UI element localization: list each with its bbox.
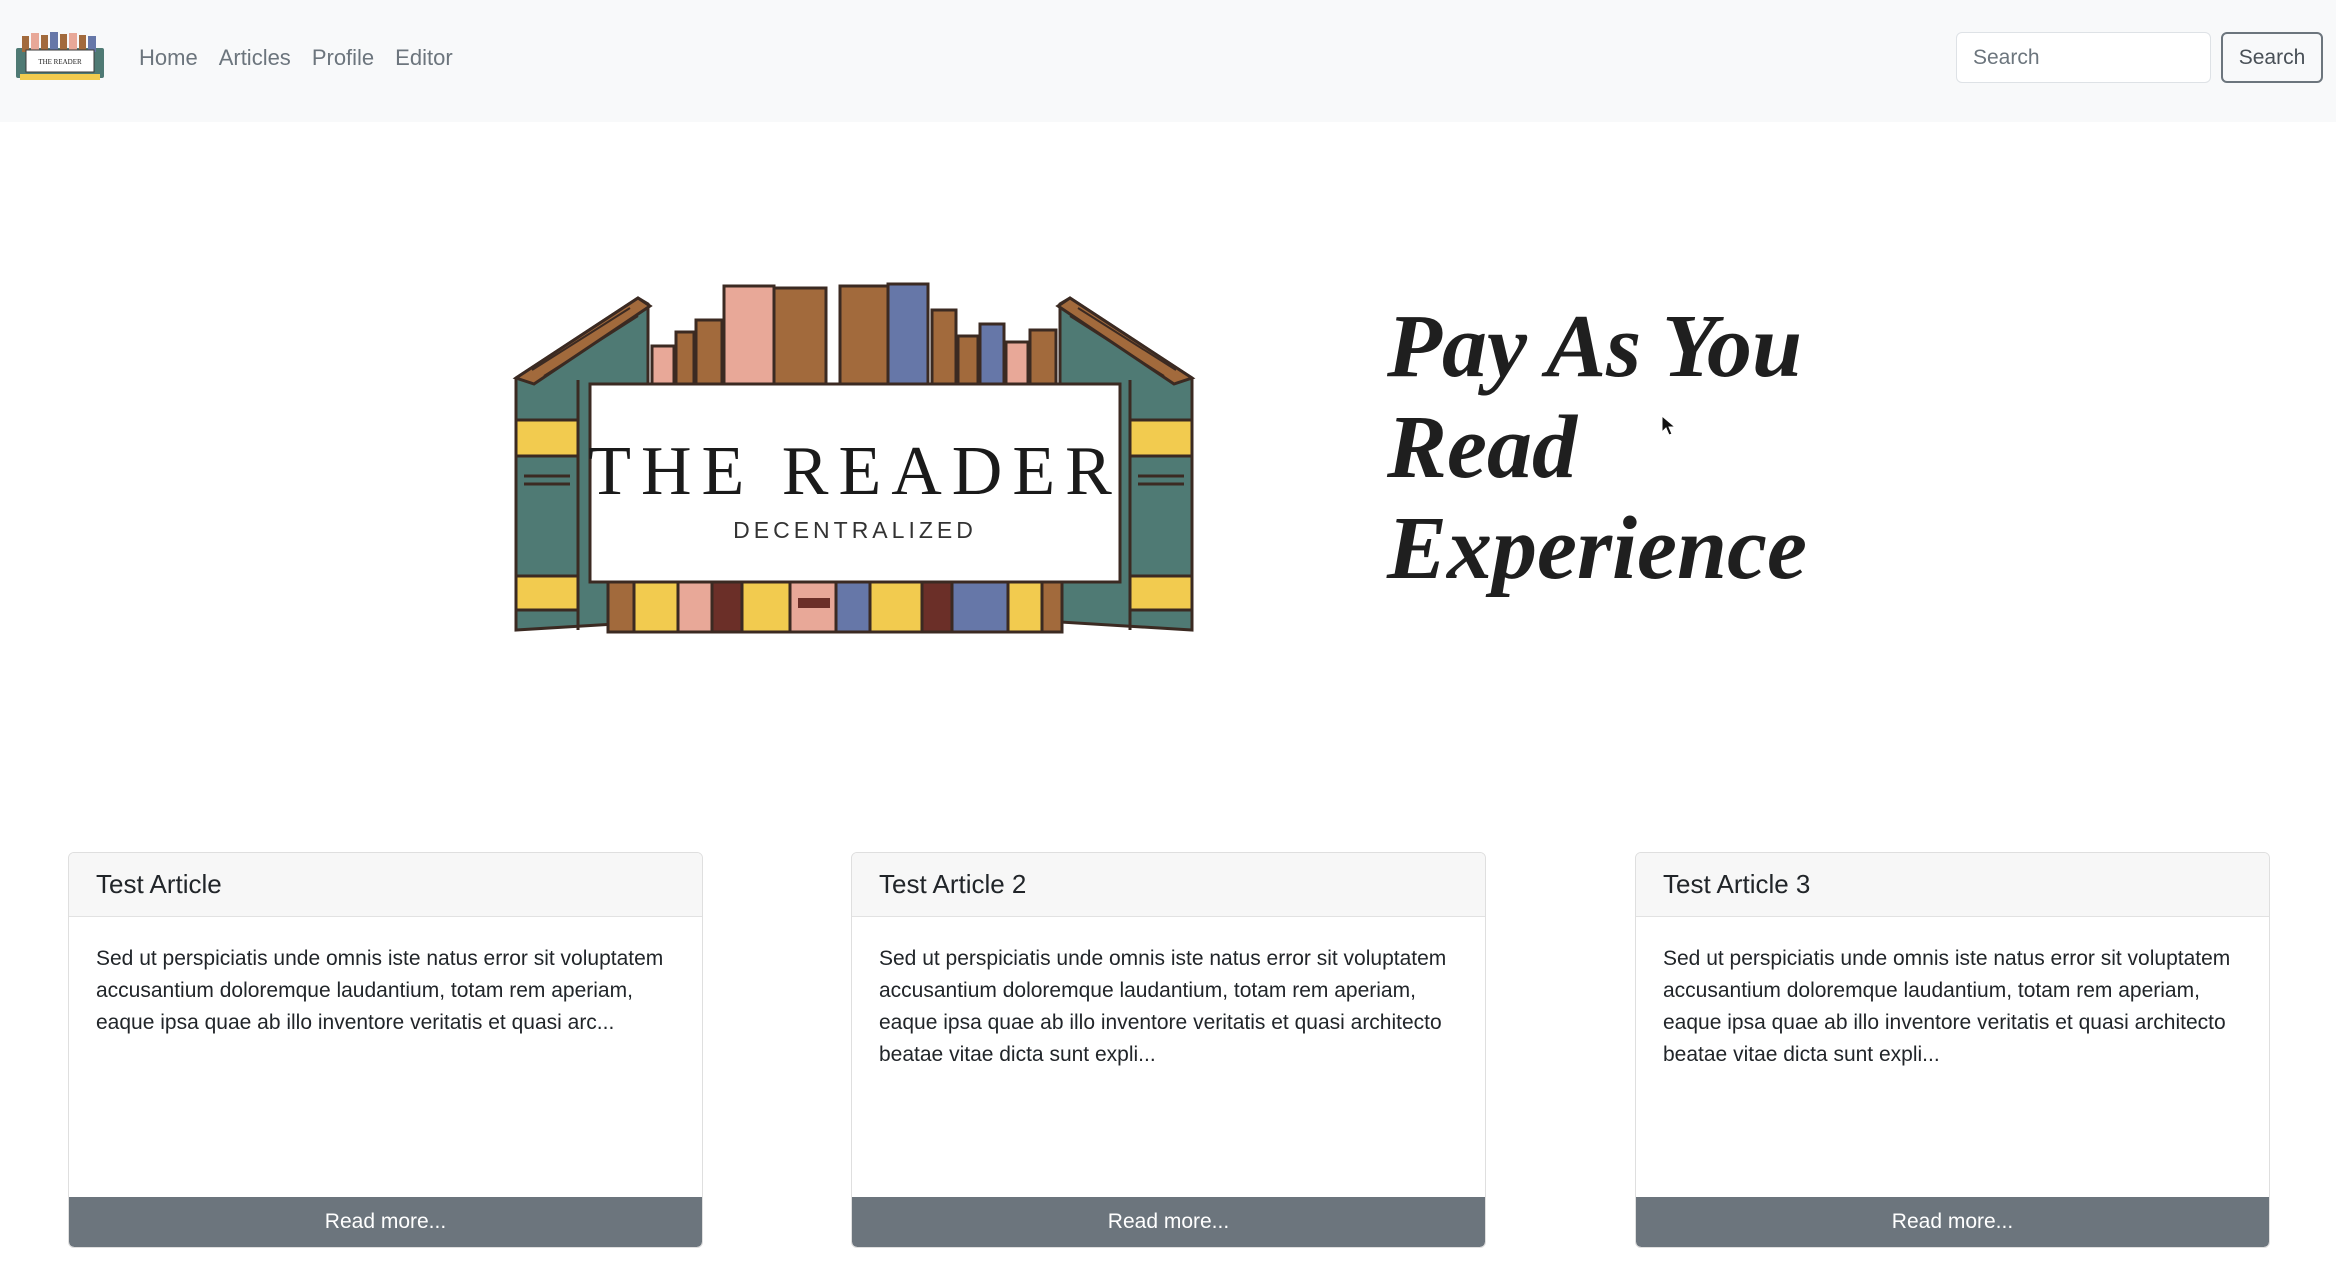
nav-link-home[interactable]: Home — [139, 45, 198, 71]
search-input[interactable] — [1956, 32, 2211, 83]
tagline-line-2: Read — [1387, 398, 1577, 497]
hero-logo-subtitle: DECENTRALIZED — [733, 517, 977, 543]
nav-link-editor[interactable]: Editor — [395, 45, 452, 71]
hero-tagline: Pay As You Read Experience — [1387, 296, 1807, 599]
tagline-line-1: Pay As You — [1387, 297, 1803, 396]
article-card-title: Test Article 2 — [852, 853, 1485, 917]
article-card-title: Test Article — [69, 853, 702, 917]
article-card-title: Test Article 3 — [1636, 853, 2269, 917]
hero-logo-title: THE READER — [588, 433, 1122, 510]
svg-text:THE READER: THE READER — [38, 58, 82, 66]
article-card-excerpt: Sed ut perspiciatis unde omnis iste natu… — [96, 947, 664, 1034]
brand-logo[interactable]: THE READER — [12, 30, 108, 84]
read-more-button[interactable]: Read more... — [69, 1197, 702, 1247]
read-more-button[interactable]: Read more... — [1636, 1197, 2269, 1247]
read-more-button[interactable]: Read more... — [852, 1197, 1485, 1247]
article-card-excerpt: Sed ut perspiciatis unde omnis iste natu… — [1663, 947, 2231, 1066]
navbar: THE READER Home Articles Profile Editor … — [0, 0, 2336, 122]
hero-logo: THE READER DECENTRALIZED — [512, 282, 1196, 634]
article-card: Test Article Sed ut perspiciatis unde om… — [68, 852, 703, 1248]
mouse-cursor-icon — [1661, 415, 1677, 436]
search-button[interactable]: Search — [2221, 32, 2323, 83]
nav-link-profile[interactable]: Profile — [312, 45, 374, 71]
tagline-line-3: Experience — [1387, 499, 1807, 598]
nav-link-articles[interactable]: Articles — [219, 45, 291, 71]
article-card: Test Article 2 Sed ut perspiciatis unde … — [851, 852, 1486, 1248]
nav-links: Home Articles Profile Editor — [139, 0, 453, 116]
article-card: Test Article 3 Sed ut perspiciatis unde … — [1635, 852, 2270, 1248]
article-card-excerpt: Sed ut perspiciatis unde omnis iste natu… — [879, 947, 1447, 1066]
